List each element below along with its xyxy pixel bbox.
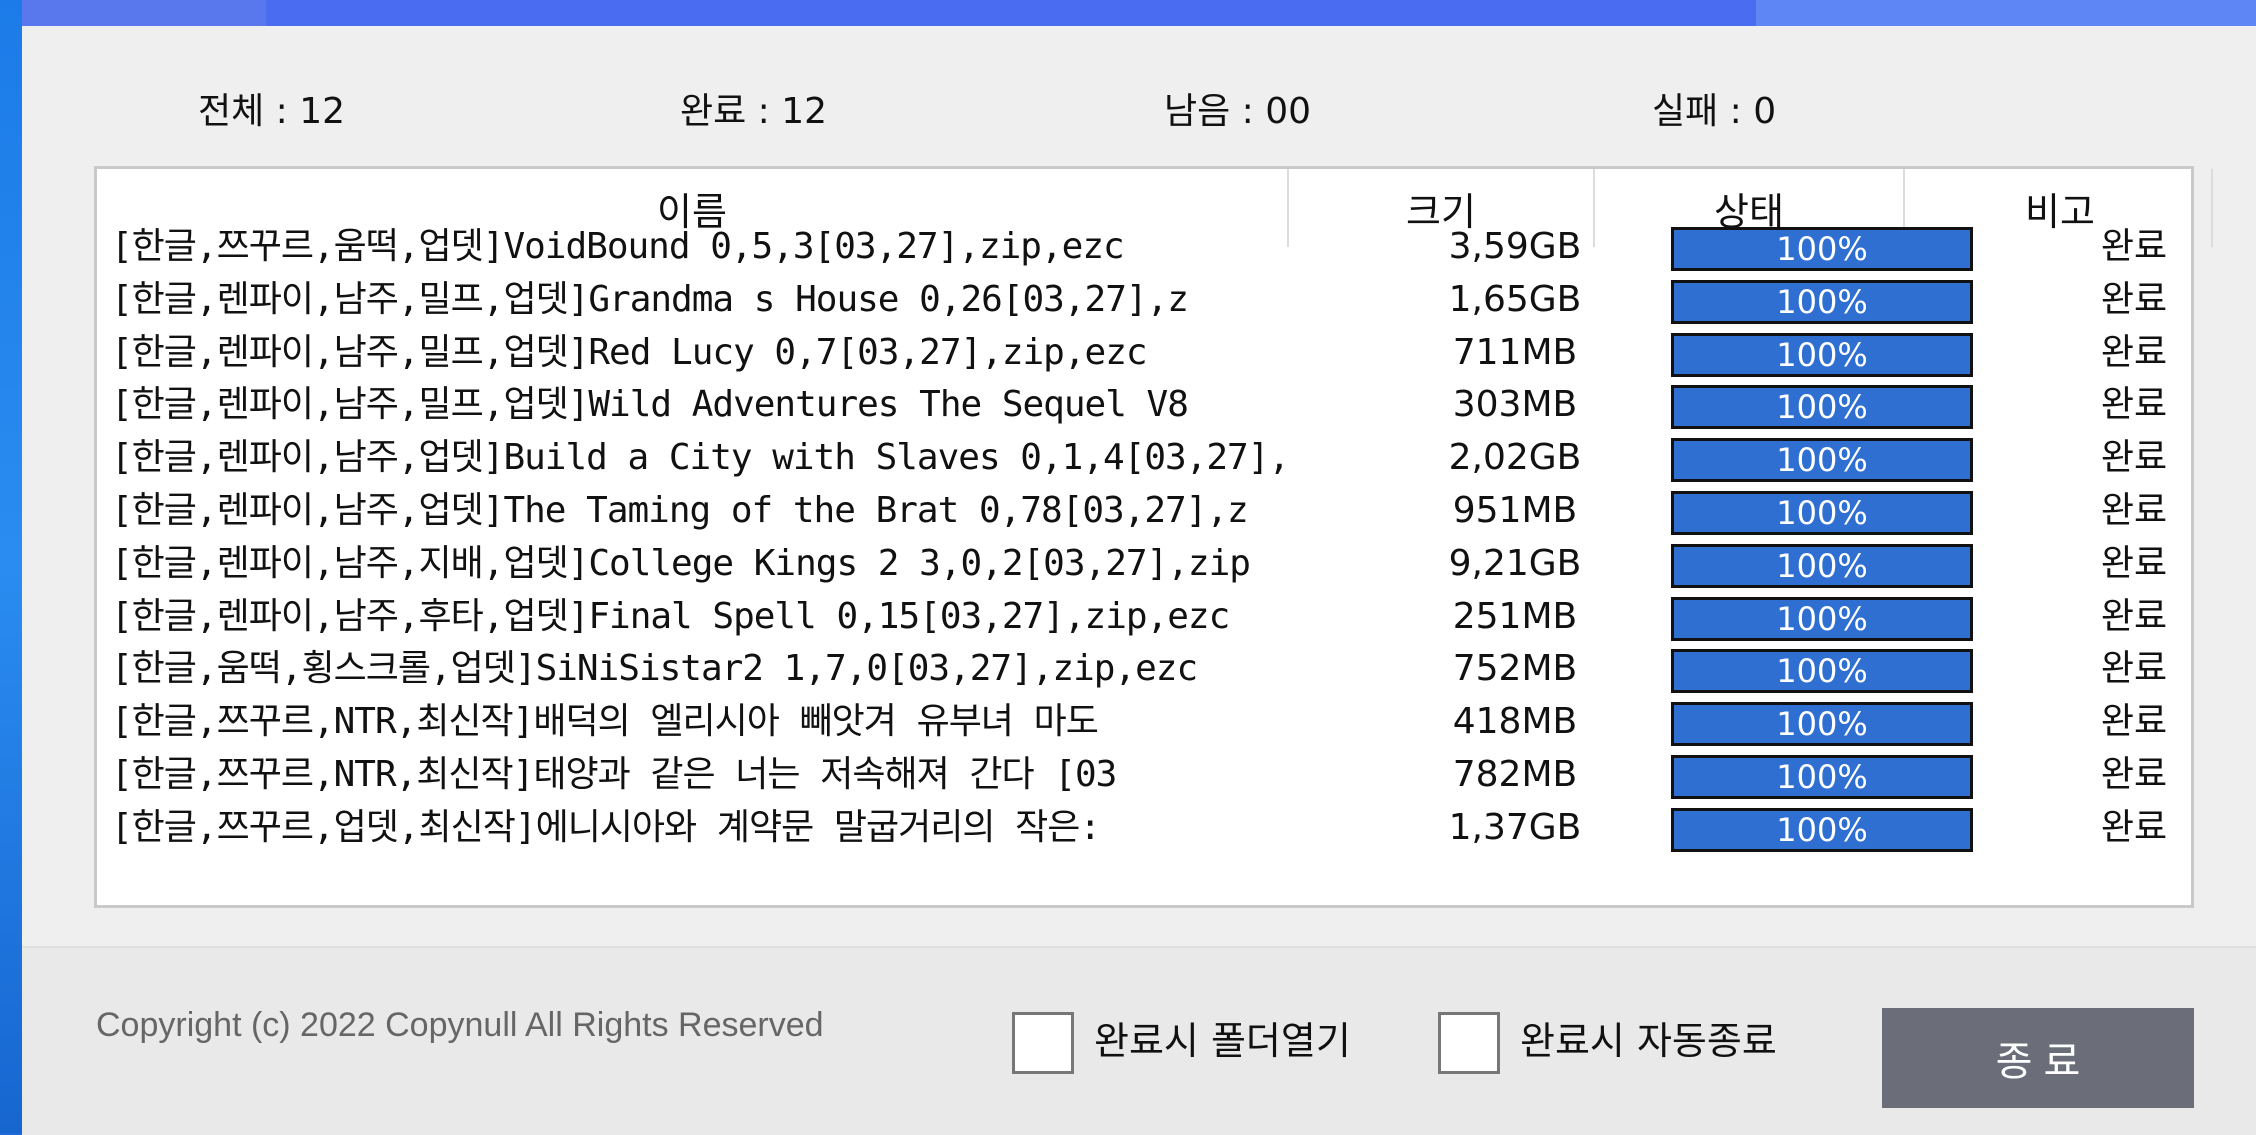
progress-label: 100% bbox=[1776, 810, 1868, 849]
progress-label: 100% bbox=[1776, 546, 1868, 585]
open-folder-checkbox[interactable] bbox=[1012, 1012, 1074, 1074]
progress-label: 100% bbox=[1776, 599, 1868, 638]
status-note: 완료 bbox=[2100, 278, 2168, 320]
status-note: 완료 bbox=[2100, 701, 2168, 743]
file-size: 1,65GB bbox=[1448, 278, 1582, 320]
file-size: 303MB bbox=[1452, 384, 1578, 426]
file-list[interactable]: 이름 크기 상태 비고 [한글,쯔꾸르,움떡,업뎃]VoidBound 0,5,… bbox=[94, 166, 2213, 908]
file-size: 951MB bbox=[1452, 490, 1578, 531]
progress-label: 100% bbox=[1776, 282, 1868, 321]
file-size: 711MB bbox=[1452, 331, 1578, 373]
file-name: [한글,쯔꾸르,업뎃,최신작]에니시아와 계약문 말굽거리의 작은: bbox=[111, 806, 1101, 848]
progress-bar: 100% bbox=[1671, 649, 1973, 694]
status-note: 완료 bbox=[2100, 542, 2168, 584]
stat-total: 전체 : 12 bbox=[198, 91, 346, 132]
auto-exit-label[interactable]: 완료시 자동종료 bbox=[1520, 1010, 1777, 1065]
table-row[interactable]: [한글,쯔꾸르,NTR,최신작]태양과 같은 너는 저속해져 간다 [03 782… bbox=[97, 749, 2191, 801]
quit-button[interactable]: 종 료 bbox=[1882, 1008, 2194, 1108]
progress-label: 100% bbox=[1776, 335, 1868, 374]
file-name: [한글,렌파이,남주,밀프,업뎃]Red Lucy 0,7[03,27],zip… bbox=[111, 331, 1148, 373]
progress-label: 100% bbox=[1776, 441, 1868, 480]
file-size: 2,02GB bbox=[1448, 437, 1582, 479]
file-size: 418MB bbox=[1452, 701, 1578, 743]
table-row[interactable]: [한글,렌파이,남주,업뎃]The Taming of the Brat 0,7… bbox=[97, 485, 2191, 537]
progress-label: 100% bbox=[1776, 758, 1868, 796]
file-name: [한글,움떡,횡스크롤,업뎃]SiNiSistar2 1,7,0[03,27],… bbox=[111, 648, 1198, 690]
progress-bar: 100% bbox=[1671, 438, 1973, 483]
file-name: [한글,렌파이,남주,밀프,업뎃]Wild Adventures The Seq… bbox=[111, 384, 1189, 426]
file-name: [한글,렌파이,남주,업뎃]The Taming of the Brat 0,7… bbox=[111, 490, 1249, 531]
progress-bar: 100% bbox=[1671, 227, 1973, 271]
progress-bar: 100% bbox=[1671, 702, 1973, 747]
status-note: 완료 bbox=[2100, 806, 2168, 848]
table-row[interactable]: [한글,렌파이,남주,후타,업뎃]Final Spell 0,15[03,27]… bbox=[97, 591, 2191, 643]
status-note: 완료 bbox=[2100, 384, 2168, 426]
progress-bar: 100% bbox=[1671, 279, 1973, 324]
status-note: 완료 bbox=[2100, 648, 2168, 690]
progress-label: 100% bbox=[1776, 705, 1868, 744]
progress-bar: 100% bbox=[1671, 332, 1973, 377]
table-row[interactable]: [한글,쯔꾸르,업뎃,최신작]에니시아와 계약문 말굽거리의 작은: 1,37GB… bbox=[97, 802, 2191, 854]
downloader-window: 전체 : 12 완료 : 12 남음 : 00 실패 : 0 이름 크기 상태 … bbox=[22, 26, 2256, 1135]
file-size: 3,59GB bbox=[1448, 226, 1582, 267]
stats-bar: 전체 : 12 완료 : 12 남음 : 00 실패 : 0 bbox=[22, 82, 2256, 142]
progress-bar: 100% bbox=[1671, 755, 1973, 799]
progress-label: 100% bbox=[1776, 230, 1868, 268]
file-name: [한글,쯔꾸르,NTR,최신작]태양과 같은 너는 저속해져 간다 [03 bbox=[111, 754, 1117, 795]
progress-label: 100% bbox=[1776, 494, 1868, 532]
desktop-edge bbox=[0, 0, 22, 1133]
file-size: 752MB bbox=[1452, 648, 1578, 690]
table-row[interactable]: [한글,움떡,횡스크롤,업뎃]SiNiSistar2 1,7,0[03,27],… bbox=[97, 643, 2191, 695]
table-row[interactable]: [한글,렌파이,남주,밀프,업뎃]Grandma s House 0,26[03… bbox=[97, 274, 2191, 326]
status-note: 완료 bbox=[2100, 226, 2168, 267]
status-note: 완료 bbox=[2100, 754, 2168, 795]
title-bar[interactable] bbox=[22, 0, 2256, 26]
file-name: [한글,쯔꾸르,움떡,업뎃]VoidBound 0,5,3[03,27],zip… bbox=[111, 226, 1125, 267]
file-name: [한글,렌파이,남주,밀프,업뎃]Grandma s House 0,26[03… bbox=[111, 278, 1189, 320]
stat-done: 완료 : 12 bbox=[680, 91, 828, 132]
auto-exit-checkbox[interactable] bbox=[1438, 1012, 1500, 1074]
progress-bar: 100% bbox=[1671, 807, 1973, 852]
footer: Copyright (c) 2022 Copynull All Rights R… bbox=[22, 946, 2256, 1135]
progress-bar: 100% bbox=[1671, 596, 1973, 641]
stat-remaining: 남음 : 00 bbox=[1164, 91, 1312, 132]
table-row[interactable]: [한글,렌파이,남주,업뎃]Build a City with Slaves 0… bbox=[97, 432, 2191, 484]
stat-failed: 실패 : 0 bbox=[1652, 91, 1777, 132]
file-name: [한글,렌파이,남주,후타,업뎃]Final Spell 0,15[03,27]… bbox=[111, 595, 1230, 637]
status-note: 완료 bbox=[2100, 331, 2168, 373]
file-size: 251MB bbox=[1452, 595, 1578, 637]
copyright-text: Copyright (c) 2022 Copynull All Rights R… bbox=[96, 1006, 824, 1044]
file-name: [한글,쯔꾸르,NTR,최신작]배덕의 엘리시아 빼앗겨 유부녀 마도 bbox=[111, 701, 1099, 743]
title-bar-segment-right bbox=[1756, 0, 2256, 26]
file-size: 1,37GB bbox=[1448, 806, 1582, 848]
file-name: [한글,렌파이,남주,업뎃]Build a City with Slaves 0… bbox=[111, 437, 1290, 479]
file-name: [한글,렌파이,남주,지배,업뎃]College Kings 2 3,0,2[0… bbox=[111, 542, 1251, 584]
progress-label: 100% bbox=[1776, 388, 1868, 427]
table-row[interactable]: [한글,쯔꾸르,NTR,최신작]배덕의 엘리시아 빼앗겨 유부녀 마도 418MB… bbox=[97, 696, 2191, 748]
progress-label: 100% bbox=[1776, 652, 1868, 691]
table-row[interactable]: [한글,쯔꾸르,움떡,업뎃]VoidBound 0,5,3[03,27],zip… bbox=[97, 221, 2191, 273]
status-note: 완료 bbox=[2100, 595, 2168, 637]
table-row[interactable]: [한글,렌파이,남주,밀프,업뎃]Red Lucy 0,7[03,27],zip… bbox=[97, 327, 2191, 379]
progress-bar: 100% bbox=[1671, 491, 1973, 535]
status-note: 완료 bbox=[2100, 437, 2168, 479]
open-folder-label[interactable]: 완료시 폴더열기 bbox=[1094, 1010, 1351, 1065]
title-bar-segment-left bbox=[22, 0, 266, 26]
file-size: 9,21GB bbox=[1448, 542, 1582, 584]
progress-bar: 100% bbox=[1671, 385, 1973, 430]
file-size: 782MB bbox=[1452, 754, 1578, 795]
table-row[interactable]: [한글,렌파이,남주,지배,업뎃]College Kings 2 3,0,2[0… bbox=[97, 538, 2191, 590]
status-note: 완료 bbox=[2100, 490, 2168, 531]
table-row[interactable]: [한글,렌파이,남주,밀프,업뎃]Wild Adventures The Seq… bbox=[97, 379, 2191, 431]
progress-bar: 100% bbox=[1671, 543, 1973, 588]
